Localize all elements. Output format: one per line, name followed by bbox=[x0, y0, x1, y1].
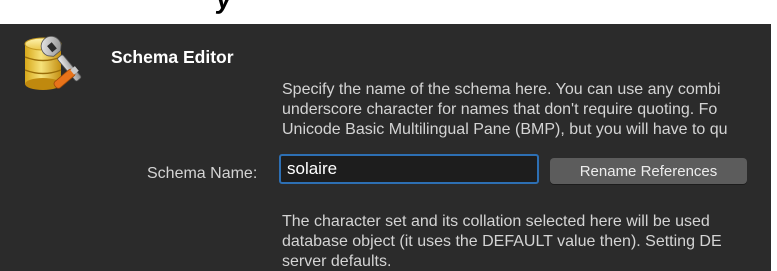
rename-references-button[interactable]: Rename References bbox=[550, 158, 747, 184]
schema-description-top: Specify the name of the schema here. You… bbox=[282, 80, 777, 140]
schema-name-field-frame[interactable] bbox=[279, 154, 539, 184]
description-line: database object (it uses the DEFAULT val… bbox=[282, 233, 722, 250]
description-line: underscore character for names that don'… bbox=[282, 101, 718, 118]
description-line: Specify the name of the schema here. You… bbox=[282, 81, 721, 98]
schema-editor-window: y bbox=[0, 0, 777, 271]
partial-heading: y bbox=[214, 0, 233, 15]
description-line: The character set and its collation sele… bbox=[282, 213, 710, 230]
schema-description-bottom: The character set and its collation sele… bbox=[282, 212, 777, 271]
description-line: server defaults. bbox=[282, 253, 392, 270]
schema-name-label: Schema Name: bbox=[147, 165, 258, 182]
description-line: Unicode Basic Multilingual Pane (BMP), b… bbox=[282, 121, 728, 138]
panel-title: Schema Editor bbox=[111, 47, 234, 67]
database-wrench-icon bbox=[24, 36, 82, 90]
schema-name-input[interactable] bbox=[281, 156, 537, 182]
top-title-strip: y bbox=[0, 0, 777, 24]
